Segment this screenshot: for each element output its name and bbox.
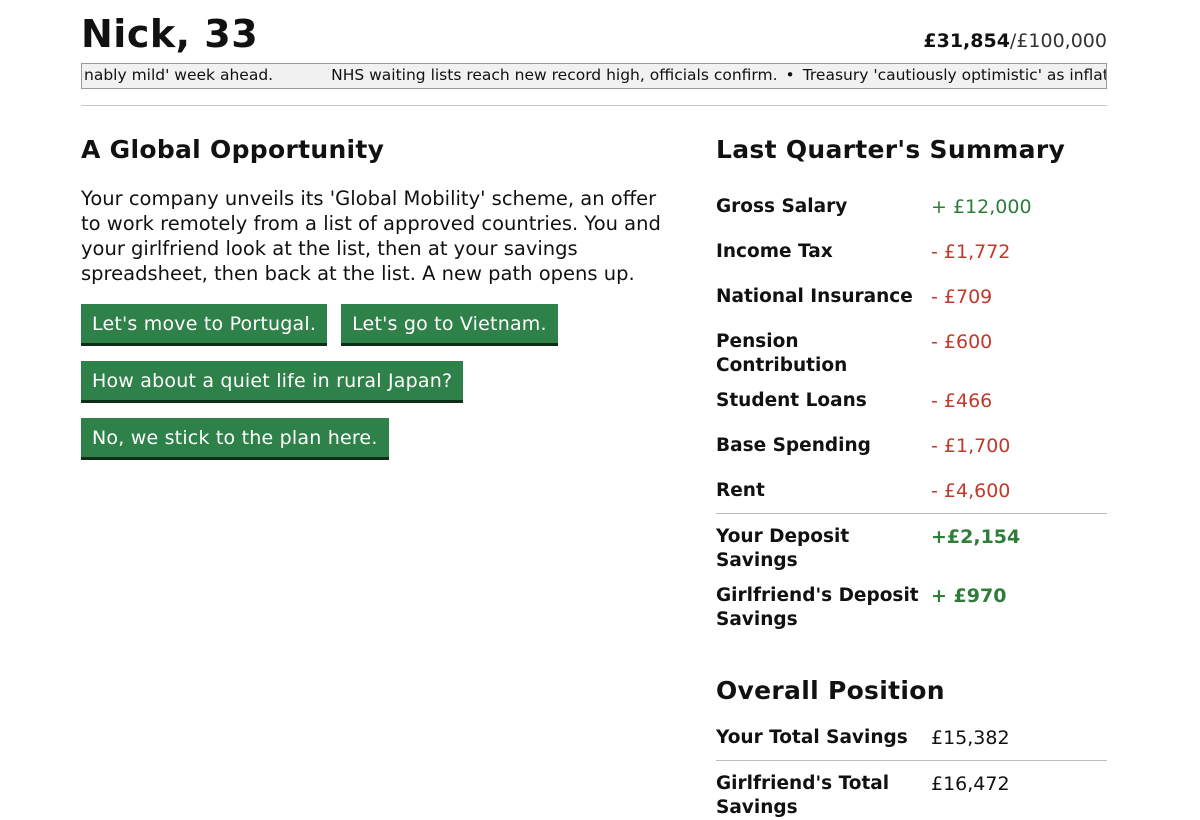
choice-portugal-button[interactable]: Let's move to Portugal. bbox=[81, 304, 328, 346]
summary-value: - £466 bbox=[931, 390, 993, 412]
choice-vietnam-button[interactable]: Let's go to Vietnam. bbox=[341, 304, 558, 346]
summary-row-rent: Rent - £4,600 bbox=[716, 468, 1107, 513]
summary-row-your-deposit: Your Deposit Savings +£2,154 bbox=[716, 513, 1107, 573]
summary-label: Pension Contribution bbox=[716, 331, 848, 376]
savings-target: £100,000 bbox=[1016, 30, 1107, 52]
summary-value: - £600 bbox=[931, 331, 993, 353]
overall-value: £16,472 bbox=[931, 773, 1010, 795]
savings-progress: £31,854/£100,000 bbox=[923, 30, 1107, 52]
news-ticker-track: nably mild' week ahead. NHS waiting lists… bbox=[84, 66, 1106, 84]
ticker-item: Treasury 'cautiously optimistic' as infl… bbox=[802, 66, 1106, 84]
summary-row-student-loans: Student Loans - £466 bbox=[716, 378, 1107, 423]
ticker-bullet: • bbox=[785, 66, 795, 84]
summary-title: Last Quarter's Summary bbox=[716, 135, 1066, 164]
summary-label: Rent bbox=[716, 480, 765, 501]
summary-label: Income Tax bbox=[716, 241, 833, 262]
summary-label: Gross Salary bbox=[716, 196, 848, 217]
summary-label: Your Deposit Savings bbox=[716, 526, 850, 571]
summary-row-income-tax: Income Tax - £1,772 bbox=[716, 229, 1107, 274]
summary-row-gross-salary: Gross Salary + £12,000 bbox=[716, 184, 1107, 229]
summary-value: +£2,154 bbox=[931, 526, 1021, 548]
summary-row-base-spending: Base Spending - £1,700 bbox=[716, 423, 1107, 468]
scenario-text: Your company unveils its 'Global Mobilit… bbox=[81, 187, 661, 285]
savings-current: £31,854 bbox=[923, 30, 1010, 52]
overall-label: Girlfriend's Total Savings bbox=[716, 773, 890, 818]
summary-value: - £4,600 bbox=[931, 480, 1011, 502]
summary-panel: Last Quarter's Summary Gross Salary + £1… bbox=[716, 135, 1107, 820]
choice-japan-button[interactable]: How about a quiet life in rural Japan? bbox=[81, 361, 464, 403]
summary-value: - £709 bbox=[931, 286, 993, 308]
summary-row-girlfriend-deposit: Girlfriend's Deposit Savings + £970 bbox=[716, 573, 1107, 632]
summary-value: + £12,000 bbox=[931, 196, 1032, 218]
summary-label: National Insurance bbox=[716, 286, 913, 307]
summary-label: Girlfriend's Deposit Savings bbox=[716, 585, 919, 630]
scenario-title: A Global Opportunity bbox=[81, 135, 385, 164]
summary-value: + £970 bbox=[931, 585, 1007, 607]
scenario-panel: A Global Opportunity Your company unveil… bbox=[81, 135, 671, 475]
game-page: Nick, 33 £31,854/£100,000 nably mild' we… bbox=[81, 0, 1107, 818]
summary-value: - £1,700 bbox=[931, 435, 1011, 457]
header-divider bbox=[81, 105, 1107, 106]
overall-row-girlfriend-total: Girlfriend's Total Savings £16,472 bbox=[716, 760, 1107, 820]
news-ticker: nably mild' week ahead. NHS waiting lists… bbox=[81, 63, 1107, 89]
overall-row-your-total: Your Total Savings £15,382 bbox=[716, 715, 1107, 760]
summary-label: Base Spending bbox=[716, 435, 871, 456]
summary-label: Student Loans bbox=[716, 390, 867, 411]
summary-row-national-insurance: National Insurance - £709 bbox=[716, 274, 1107, 319]
choice-stay-button[interactable]: No, we stick to the plan here. bbox=[81, 418, 389, 460]
header: Nick, 33 £31,854/£100,000 bbox=[81, 0, 1107, 62]
summary-value: - £1,772 bbox=[931, 241, 1011, 263]
overall-value: £15,382 bbox=[931, 727, 1010, 749]
summary-row-pension: Pension Contribution - £600 bbox=[716, 319, 1107, 378]
choice-list: Let's move to Portugal. Let's go to Viet… bbox=[81, 304, 671, 460]
ticker-item: nably mild' week ahead. bbox=[84, 66, 274, 84]
player-name-age: Nick, 33 bbox=[81, 12, 259, 56]
overall-title: Overall Position bbox=[716, 676, 945, 705]
overall-label: Your Total Savings bbox=[716, 727, 908, 748]
ticker-item: NHS waiting lists reach new record high,… bbox=[331, 66, 778, 84]
